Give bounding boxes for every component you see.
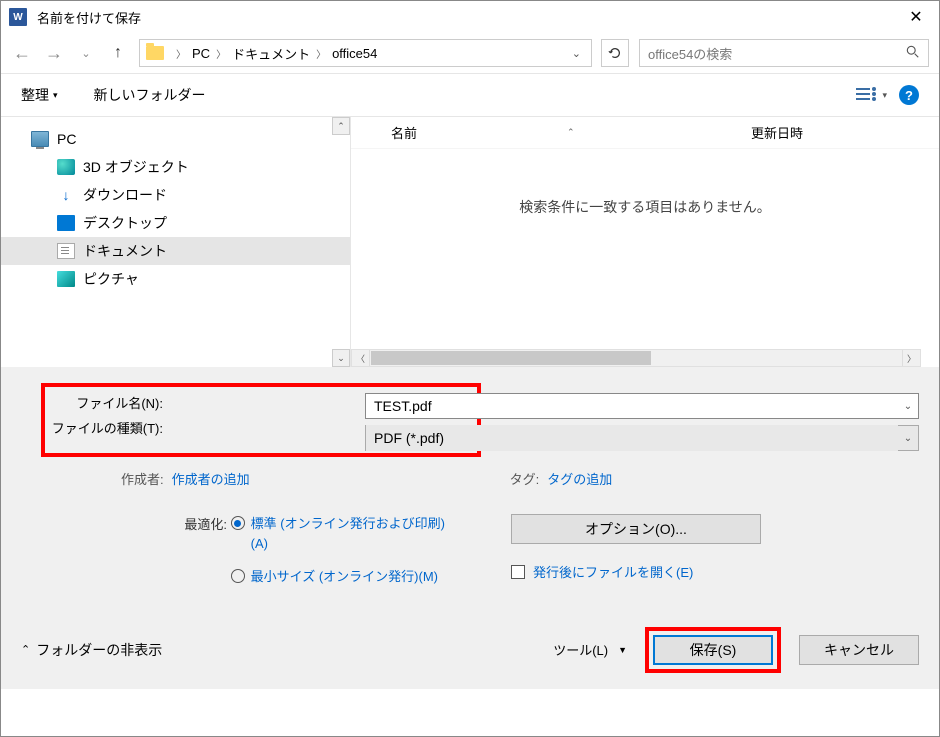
breadcrumb[interactable]: 〉 PC 〉 ドキュメント 〉 office54 ⌄ [139,39,592,67]
view-options-button[interactable]: ▾ [856,86,887,104]
documents-icon [57,243,75,259]
up-icon[interactable]: ↑ [107,44,129,62]
chevron-down-icon: ▾ [882,90,887,101]
close-button[interactable]: ✕ [893,1,939,33]
tools-dropdown[interactable]: ツール(L) ▼ [553,640,627,659]
options-button[interactable]: オプション(O)... [511,514,761,544]
toolbar: 整理 ▾ 新しいフォルダー ▾ ? [1,73,939,117]
cancel-button[interactable]: キャンセル [799,635,919,665]
save-button[interactable]: 保存(S) [653,635,773,665]
bottom-bar: ⌃ フォルダーの非表示 ツール(L) ▼ 保存(S) キャンセル [1,613,939,689]
window-title: 名前を付けて保存 [37,8,893,27]
new-folder-button[interactable]: 新しいフォルダー [94,85,206,105]
optimize-minimum-radio[interactable]: 最小サイズ (オンライン発行)(M) [231,567,451,587]
tree-item-downloads[interactable]: ↓ ダウンロード [1,181,350,209]
history-dropdown-icon[interactable]: ⌄ [75,47,97,60]
folder-icon [146,46,164,60]
tree-item-pc[interactable]: PC [1,125,350,153]
pictures-icon [57,271,75,287]
3d-objects-icon [57,159,75,175]
refresh-button[interactable] [601,39,629,67]
forward-icon: → [43,43,65,64]
column-name[interactable]: 名前 [391,123,417,142]
titlebar: W 名前を付けて保存 ✕ [1,1,939,33]
refresh-icon [608,46,622,60]
author-add-link[interactable]: 作成者の追加 [172,469,250,488]
address-bar-row: ← → ⌄ ↑ 〉 PC 〉 ドキュメント 〉 office54 ⌄ offic… [1,33,939,73]
chevron-right-icon[interactable]: 〉 [310,46,332,61]
search-input[interactable]: office54の検索 [639,39,929,67]
tree-item-documents[interactable]: ドキュメント [1,237,350,265]
breadcrumb-part[interactable]: ドキュメント [232,44,310,63]
horizontal-scrollbar[interactable]: 〈 〉 [351,349,921,367]
tree-item-desktop[interactable]: デスクトップ [1,209,350,237]
scroll-up-button[interactable]: ⌃ [332,117,350,135]
breadcrumb-dropdown-icon[interactable]: ⌄ [566,47,587,60]
search-placeholder: office54の検索 [648,44,732,63]
scroll-thumb[interactable] [371,351,651,365]
radio-icon [231,516,245,530]
filename-label: ファイル名(N): [51,393,171,412]
tag-add-link[interactable]: タグの追加 [547,469,612,488]
search-icon [906,45,920,62]
filename-input[interactable]: ⌄ [365,393,919,419]
chevron-down-icon: ▼ [618,645,627,655]
chevron-right-icon[interactable]: 〉 [210,46,232,61]
organize-button[interactable]: 整理 ▾ [21,85,58,105]
file-list: 名前 ⌃ 更新日時 検索条件に一致する項目はありません。 〈 〉 [351,117,939,367]
scroll-down-button[interactable]: ⌄ [332,349,350,367]
desktop-icon [57,215,75,231]
back-icon[interactable]: ← [11,43,33,64]
filetype-label: ファイルの種類(T): [51,418,171,437]
chevron-down-icon[interactable]: ⌄ [898,401,918,412]
empty-message: 検索条件に一致する項目はありません。 [351,197,939,217]
breadcrumb-part[interactable]: office54 [332,46,377,61]
word-icon: W [9,8,27,26]
sort-asc-icon: ⌃ [567,127,575,138]
column-modified[interactable]: 更新日時 [751,123,803,142]
checkbox-icon [511,565,525,579]
radio-icon [231,569,245,583]
file-list-headers: 名前 ⌃ 更新日時 [351,117,939,149]
chevron-down-icon[interactable]: ⌄ [898,433,918,444]
hide-folders-button[interactable]: ⌃ フォルダーの非表示 [21,640,162,660]
chevron-right-icon[interactable]: 〉 [170,46,192,61]
tree-item-3d-objects[interactable]: 3D オブジェクト [1,153,350,181]
view-icon [856,86,876,104]
optimize-label: 最適化: [151,514,227,533]
download-icon: ↓ [57,187,75,203]
scroll-left-button[interactable]: 〈 [352,350,370,366]
help-button[interactable]: ? [899,85,919,105]
filetype-combo[interactable]: PDF (*.pdf) ⌄ [365,425,919,451]
pc-icon [31,131,49,147]
save-highlight: 保存(S) [645,627,781,673]
folder-tree: ⌃ PC 3D オブジェクト ↓ ダウンロード デスクトップ ドキュメント ピク… [1,117,351,367]
open-after-checkbox[interactable]: 発行後にファイルを開く(E) [511,562,919,581]
tag-label: タグ: [510,469,540,488]
chevron-up-icon: ⌃ [21,643,30,656]
chevron-down-icon: ▾ [53,90,58,101]
breadcrumb-part[interactable]: PC [192,46,210,61]
optimize-standard-radio[interactable]: 標準 (オンライン発行および印刷)(A) [231,514,451,553]
filename-input-field[interactable] [366,394,898,418]
tree-item-pictures[interactable]: ピクチャ [1,265,350,293]
author-label: 作成者: [121,469,164,488]
scroll-right-button[interactable]: 〉 [902,350,920,366]
